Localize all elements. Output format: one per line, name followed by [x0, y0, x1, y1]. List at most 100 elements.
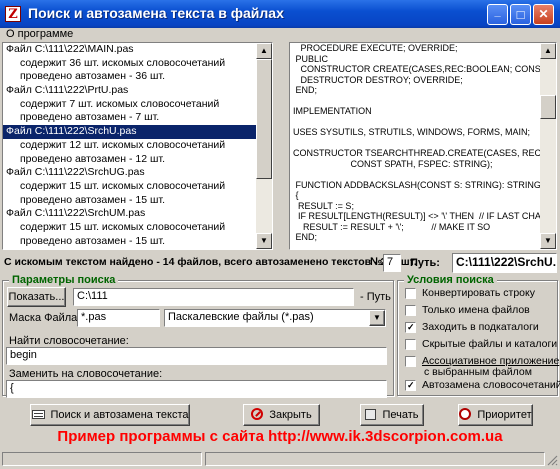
list-item-file[interactable]: Файл C:\111\222\SrchUM.pas — [3, 207, 272, 221]
checkbox-convert-string[interactable]: Конвертировать строку — [405, 287, 535, 299]
title-bar[interactable]: Z Поиск и автозамена текста в файлах _ □… — [0, 0, 560, 28]
preview-scroll-up-button[interactable]: ▲ — [540, 43, 556, 59]
checkbox-associated-app[interactable]: Ассоциативное приложение с выбранным фай… — [405, 355, 559, 378]
minimize-icon: _ — [494, 6, 501, 18]
code-line: USES SYSUTILS, STRUTILS, WINDOWS, FORMS,… — [293, 127, 531, 137]
mask-label: Маска Файла: — [9, 312, 81, 324]
search-replace-label: Поиск и автозамена текста — [50, 409, 189, 421]
promo-banner[interactable]: Пример программы с сайта http://www.ik.3… — [0, 428, 560, 445]
code-line: { — [293, 190, 299, 200]
menu-item-about[interactable]: О программе — [6, 28, 73, 40]
maximize-button[interactable]: □ — [510, 4, 531, 25]
code-line: RESULT := RESULT + '\'; // MAKE IT SO — [293, 221, 491, 232]
checkbox-convert-string-box[interactable] — [405, 287, 416, 299]
file-type-select[interactable]: Паскалевские файлы (*.pas) ▼ — [164, 309, 386, 327]
checkbox-label-line2: с выбранным файлом — [424, 366, 532, 378]
menu-bar: О программе — [0, 28, 560, 42]
search-conditions-group: Условия поиска Конвертировать строку Тол… — [397, 274, 560, 396]
print-button[interactable]: Печать — [360, 404, 424, 426]
preview-scroll-down-button[interactable]: ▼ — [540, 233, 556, 249]
current-path-field[interactable]: C:\111\222\SrchU.pas — [452, 253, 557, 273]
search-path-input[interactable]: C:\111 — [73, 288, 354, 306]
checkbox-hidden-files[interactable]: Скрытые файлы и каталоги — [405, 338, 557, 350]
replace-text-input[interactable]: { — [6, 380, 387, 398]
file-preview[interactable]: PROCEDURE EXECUTE; OVERRIDE; PUBLIC CONS… — [289, 42, 557, 250]
status-cell-1 — [2, 452, 202, 466]
stop-icon — [251, 408, 264, 421]
list-item-detail[interactable]: содержит 15 шт. искомых словосочетаний — [3, 221, 272, 235]
search-conditions-title: Условия поиска — [404, 274, 497, 286]
close-button-label: Закрыть — [269, 409, 312, 421]
checkbox-filenames-only-box[interactable] — [405, 304, 416, 316]
resize-grip-icon[interactable] — [546, 454, 558, 466]
file-mask-input[interactable]: *.pas — [77, 309, 160, 327]
results-list-scrollbar[interactable]: ▲ ▼ — [256, 43, 272, 249]
preview-scroll-thumb[interactable] — [540, 95, 556, 119]
app-icon[interactable]: Z — [5, 6, 21, 22]
checkbox-hidden-files-box[interactable] — [405, 338, 416, 350]
find-text-input[interactable]: begin — [6, 347, 387, 365]
number-field[interactable]: 7 — [383, 254, 401, 272]
list-item-detail[interactable]: проведено автозамен - 7 шт. — [3, 111, 272, 125]
path-suffix-label: - Путь — [360, 291, 391, 303]
scroll-up-button[interactable]: ▲ — [256, 43, 272, 59]
clock-icon — [459, 408, 472, 421]
show-button[interactable]: Показать... — [7, 287, 66, 307]
code-line: DESTRUCTOR DESTROY; OVERRIDE; — [293, 74, 463, 85]
code-line: CONSTRUCTOR CREATE(CASES,REC:BOOLEAN; CO… — [293, 64, 557, 74]
list-item-detail[interactable]: содержит 12 шт. искомых словосочетаний — [3, 139, 272, 153]
checkbox-filenames-only[interactable]: Только имена файлов — [405, 304, 530, 316]
search-replace-button[interactable]: Поиск и автозамена текста — [30, 404, 190, 426]
checkbox-label: Конвертировать строку — [422, 287, 535, 299]
checkbox-label: Скрытые файлы и каталоги — [422, 338, 558, 350]
checkbox-label: Автозамена словосочетаний — [422, 379, 560, 391]
code-line: END; — [293, 85, 318, 95]
chevron-down-icon[interactable]: ▼ — [369, 310, 385, 326]
checkbox-auto-replace-box[interactable]: ✓ — [405, 379, 416, 391]
list-item-file[interactable]: Файл C:\111\222\PrtU.pas — [3, 84, 272, 98]
main-window: Z Поиск и автозамена текста в файлах _ □… — [0, 0, 560, 467]
path-label: Путь: — [410, 257, 440, 269]
list-item-detail[interactable]: проведено автозамен - 15 шт. — [3, 194, 272, 208]
list-item-detail[interactable]: содержит 36 шт. искомых словосочетаний — [3, 57, 272, 71]
list-item-detail[interactable]: проведено автозамен - 15 шт. — [3, 235, 272, 249]
close-button[interactable]: Закрыть — [243, 404, 320, 426]
list-item-file[interactable]: Файл C:\111\222\SrchUT.pas — [3, 248, 272, 249]
checkbox-subfolders[interactable]: ✓ Заходить в подкаталоги — [405, 321, 539, 333]
checkbox-label: Только имена файлов — [422, 304, 530, 316]
list-item-file[interactable]: Файл C:\111\222\SrchU.pas — [3, 125, 272, 139]
search-params-title: Параметры поиска — [9, 274, 119, 286]
priority-button[interactable]: Приоритет — [458, 404, 533, 426]
list-item-detail[interactable]: содержит 15 шт. искомых словосочетаний — [3, 180, 272, 194]
checkbox-subfolders-box[interactable]: ✓ — [405, 321, 416, 333]
list-item-detail[interactable]: проведено автозамен - 12 шт. — [3, 153, 272, 167]
checkbox-associated-app-box[interactable] — [405, 355, 416, 367]
list-item-detail[interactable]: проведено автозамен - 36 шт. — [3, 70, 272, 84]
code-line: END; — [293, 232, 318, 242]
printer-icon — [365, 408, 377, 420]
window-title: Поиск и автозамена текста в файлах — [28, 5, 284, 21]
scroll-thumb[interactable] — [256, 59, 272, 179]
list-item-file[interactable]: Файл C:\111\222\SrchUG.pas — [3, 166, 272, 180]
file-preview-scrollbar[interactable]: ▲ ▼ — [540, 43, 556, 249]
status-cell-2 — [205, 452, 545, 466]
file-type-value: Паскалевские файлы (*.pas) — [168, 311, 314, 323]
list-item-detail[interactable]: содержит 7 шт. искомых словосочетаний — [3, 98, 272, 112]
results-summary-row: С искомым текстом найдено - 14 файлов, в… — [2, 253, 558, 273]
close-window-button[interactable]: ✕ — [533, 4, 554, 25]
minimize-button[interactable]: _ — [487, 4, 508, 25]
list-item-file[interactable]: Файл C:\111\222\MAIN.pas — [3, 43, 272, 57]
results-list[interactable]: Файл C:\111\222\MAIN.pas содержит 36 шт. … — [2, 42, 273, 250]
scroll-down-button[interactable]: ▼ — [256, 233, 272, 249]
code-line: PUBLIC — [293, 53, 329, 64]
find-label: Найти словосочетание: — [9, 335, 129, 347]
code-line: CONSTRUCTOR TSEARCHTHREAD.CREATE(CASES, … — [293, 148, 557, 158]
status-bar — [0, 450, 560, 467]
checkbox-auto-replace[interactable]: ✓ Автозамена словосочетаний — [405, 379, 560, 391]
code-line: FUNCTION ADDBACKSLASH(CONST S: STRING): … — [293, 179, 544, 190]
checkbox-label: Заходить в подкаталоги — [422, 321, 539, 333]
number-label: № — [370, 256, 383, 268]
